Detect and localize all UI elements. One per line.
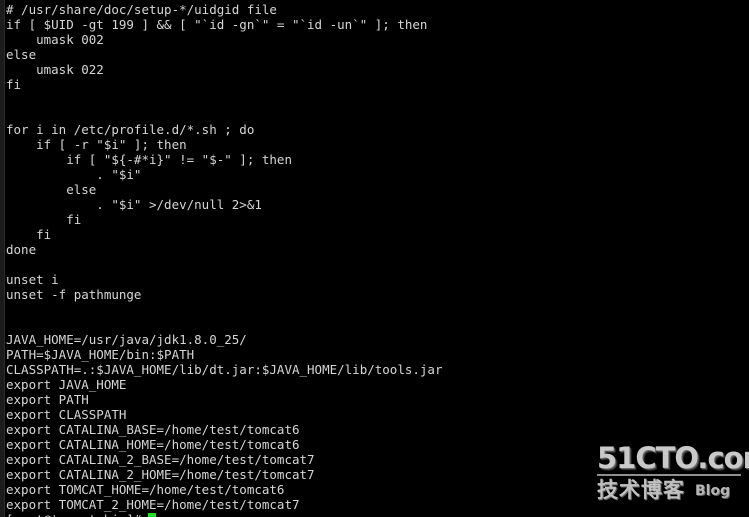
terminal-line: if [ $UID -gt 199 ] && [ "`id -gn`" = "`… bbox=[6, 17, 428, 32]
terminal-line: export CATALINA_2_HOME=/home/test/tomcat… bbox=[6, 467, 315, 482]
terminal-line: export TOMCAT_HOME=/home/test/tomcat6 bbox=[6, 482, 285, 497]
terminal-line: if [ -r "$i" ]; then bbox=[6, 137, 187, 152]
terminal-output: # /usr/share/doc/setup-*/uidgid file if [… bbox=[6, 2, 749, 512]
shell-prompt: [root@tomcat bin]# bbox=[6, 512, 141, 517]
terminal-line: unset -f pathmunge bbox=[6, 287, 142, 302]
terminal-left-gutter bbox=[0, 0, 5, 517]
terminal-line: export CATALINA_2_BASE=/home/test/tomcat… bbox=[6, 452, 315, 467]
terminal-line: export CLASSPATH bbox=[6, 407, 127, 422]
terminal-line: umask 022 bbox=[6, 62, 104, 77]
terminal-line: . "$i" >/dev/null 2>&1 bbox=[6, 197, 262, 212]
terminal-line: else bbox=[6, 47, 37, 62]
terminal-line: export CATALINA_BASE=/home/test/tomcat6 bbox=[6, 422, 300, 437]
terminal-window[interactable]: # /usr/share/doc/setup-*/uidgid file if [… bbox=[0, 0, 749, 517]
terminal-line: PATH=$JAVA_HOME/bin:$PATH bbox=[6, 347, 195, 362]
terminal-line: export CATALINA_HOME=/home/test/tomcat6 bbox=[6, 437, 300, 452]
terminal-line: CLASSPATH=.:$JAVA_HOME/lib/dt.jar:$JAVA_… bbox=[6, 362, 443, 377]
terminal-line: done bbox=[6, 242, 37, 257]
text-cursor bbox=[148, 513, 157, 517]
terminal-line: unset i bbox=[6, 272, 59, 287]
terminal-line: fi bbox=[6, 227, 52, 242]
terminal-line: export PATH bbox=[6, 392, 89, 407]
terminal-line: umask 002 bbox=[6, 32, 104, 47]
terminal-line: export JAVA_HOME bbox=[6, 377, 127, 392]
terminal-line: JAVA_HOME=/usr/java/jdk1.8.0_25/ bbox=[6, 332, 247, 347]
terminal-line: . "$i" bbox=[6, 167, 142, 182]
terminal-line: if [ "${-#*i}" != "$-" ]; then bbox=[6, 152, 292, 167]
terminal-line: # /usr/share/doc/setup-*/uidgid file bbox=[6, 2, 277, 17]
terminal-prompt-line[interactable]: [root@tomcat bin]# bbox=[6, 512, 749, 517]
terminal-line: fi bbox=[6, 212, 82, 227]
terminal-line: for i in /etc/profile.d/*.sh ; do bbox=[6, 122, 255, 137]
terminal-line: fi bbox=[6, 77, 22, 92]
terminal-line: else bbox=[6, 182, 97, 197]
terminal-line: export TOMCAT_2_HOME=/home/test/tomcat7 bbox=[6, 497, 300, 512]
terminal-screen[interactable]: # /usr/share/doc/setup-*/uidgid file if [… bbox=[6, 2, 749, 517]
